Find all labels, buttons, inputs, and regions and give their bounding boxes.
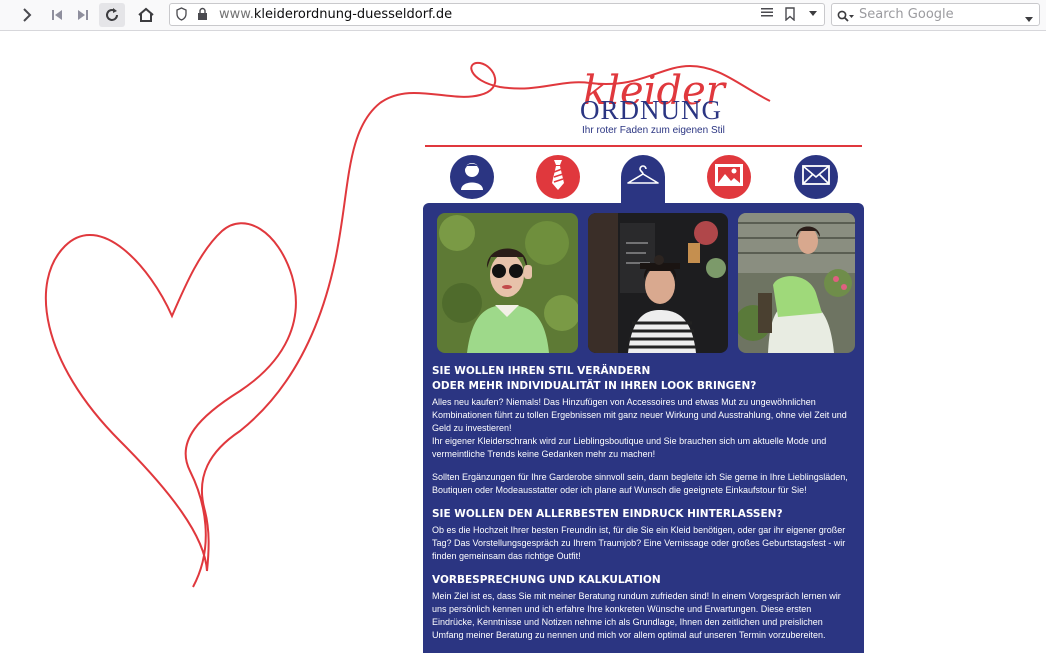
url-bar[interactable]: www.kleiderordnung-duesseldorf.de — [169, 3, 825, 26]
paragraph: Sollten Ergänzungen für Ihre Garderobe s… — [432, 472, 848, 495]
forward-icon[interactable] — [14, 3, 40, 27]
chevron-down-icon[interactable] — [808, 7, 818, 21]
paragraph: Ob es die Hochzeit Ihrer besten Freundin… — [432, 525, 846, 561]
section-heading-calculation: VORBESPRECHUNG UND KALKULATION — [432, 574, 661, 586]
paragraph: Mein Ziel ist es, dass Sie mit meiner Be… — [432, 591, 841, 640]
search-dropdown-icon[interactable] — [1024, 10, 1034, 29]
photo-woman-boutique[interactable] — [588, 213, 728, 353]
search-icon[interactable] — [837, 8, 855, 27]
tie-icon — [548, 159, 568, 195]
url-text[interactable]: www.kleiderordnung-duesseldorf.de — [219, 7, 452, 22]
section-heading-change-style: SIE WOLLEN IHREN STIL VERÄNDERN ODER MEH… — [432, 365, 757, 392]
search-input[interactable]: Search Google — [859, 7, 954, 22]
paragraph: Alles neu kaufen? Niemals! Das Hinzufüge… — [432, 397, 847, 433]
content-text: SIE WOLLEN IHREN STIL VERÄNDERN ODER MEH… — [432, 364, 856, 642]
person-icon — [459, 160, 485, 194]
search-bar[interactable]: Search Google — [831, 3, 1040, 26]
nav-gallery[interactable] — [707, 155, 751, 199]
skip-back-icon[interactable] — [44, 3, 70, 27]
logo-tagline: Ihr roter Faden zum eigenen Stil — [582, 125, 725, 136]
photo-sunglasses-woman[interactable] — [437, 213, 578, 353]
reload-icon[interactable] — [99, 3, 125, 27]
logo-ordnung: ORDNUNG — [580, 95, 722, 125]
browser-toolbar: www.kleiderordnung-duesseldorf.de Search… — [0, 0, 1046, 31]
web-page: kleider ORDNUNG Ihr roter Faden zum eige… — [0, 31, 1046, 653]
home-icon[interactable] — [133, 3, 159, 27]
header-divider — [425, 145, 862, 147]
nav-styling[interactable] — [536, 155, 580, 199]
nav-contact[interactable] — [794, 155, 838, 199]
skip-forward-icon[interactable] — [70, 3, 96, 27]
nav-about[interactable] — [450, 155, 494, 199]
section-heading-impression: SIE WOLLEN DEN ALLERBESTEN EINDRUCK HINT… — [432, 508, 783, 520]
reader-mode-icon[interactable] — [761, 7, 773, 22]
shield-icon[interactable] — [176, 7, 187, 24]
content-panel: SIE WOLLEN IHREN STIL VERÄNDERN ODER MEH… — [423, 203, 864, 653]
lock-icon[interactable] — [197, 7, 208, 24]
envelope-icon — [802, 165, 830, 189]
bookmark-icon[interactable] — [785, 7, 795, 24]
photo-woman-garden[interactable] — [738, 213, 855, 353]
paragraph: Ihr eigener Kleiderschrank wird zur Lieb… — [432, 436, 827, 459]
image-icon — [714, 163, 744, 191]
